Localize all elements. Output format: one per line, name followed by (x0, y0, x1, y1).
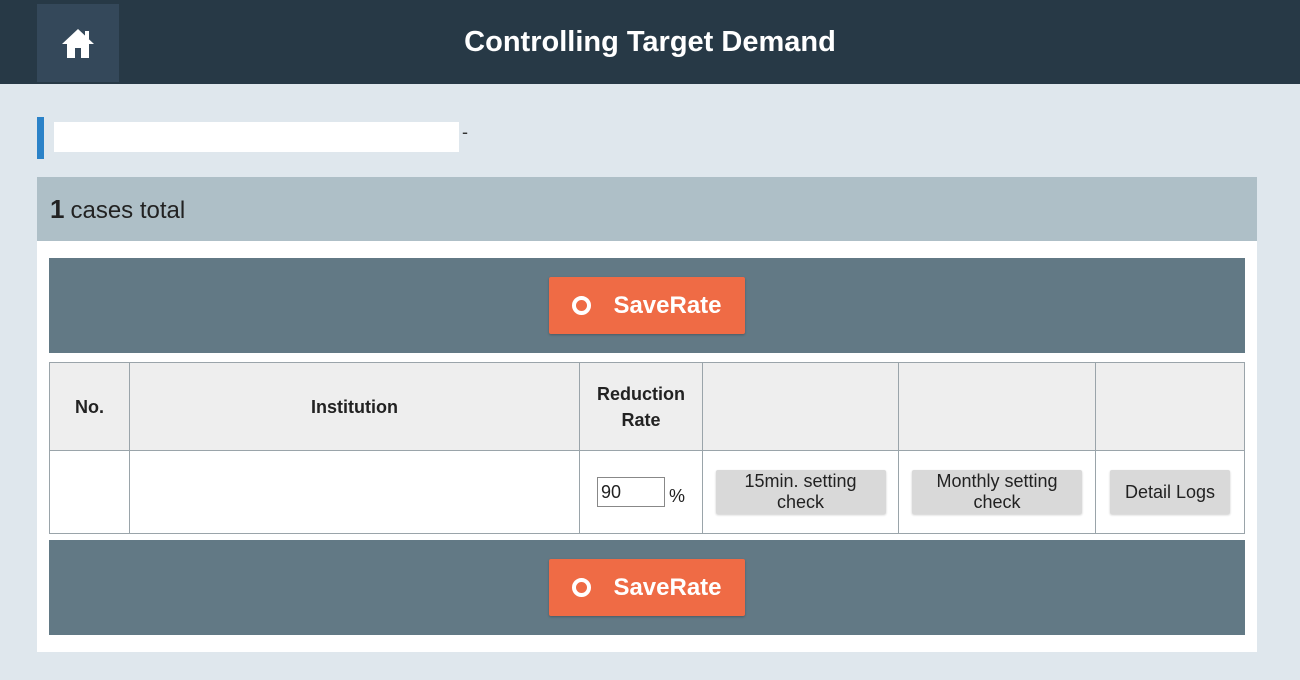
result-count-label: cases total (70, 196, 186, 224)
cell-institution (129, 450, 580, 534)
institution-table: No. Institution Reduction Rate % 15min. … (49, 362, 1245, 534)
result-count-bar: 1 cases total (37, 177, 1257, 241)
monthly-setting-check-button[interactable]: Monthly setting check (912, 470, 1082, 514)
header-detail-logs (1095, 362, 1245, 451)
save-rate-label: SaveRate (613, 573, 722, 601)
header-no: No. (49, 362, 130, 451)
result-count-number: 1 (50, 193, 65, 224)
reduction-rate-input[interactable] (596, 477, 665, 507)
rate-unit: % (668, 486, 685, 506)
top-action-band: SaveRate (49, 258, 1245, 353)
header-monthly-check (898, 362, 1096, 451)
bottom-action-band: SaveRate (49, 540, 1245, 635)
detail-logs-button[interactable]: Detail Logs (1110, 470, 1230, 514)
header-reduction-rate: Reduction Rate (579, 362, 703, 451)
home-button[interactable] (37, 4, 119, 82)
save-rate-button-top[interactable]: SaveRate (549, 277, 745, 334)
header-15min-check (702, 362, 899, 451)
cell-reduction-rate: % (579, 450, 703, 534)
table-row: % 15min. setting check Monthly setting c… (49, 450, 1245, 534)
cell-monthly-check: Monthly setting check (898, 450, 1096, 534)
15min-setting-check-button[interactable]: 15min. setting check (715, 470, 886, 514)
cell-no (49, 450, 130, 534)
section-accent-bar (37, 117, 44, 159)
save-rate-button-bottom[interactable]: SaveRate (549, 559, 745, 616)
circle-icon (572, 296, 592, 315)
top-bar (0, 0, 1300, 84)
circle-icon (572, 578, 592, 597)
cell-15min-check: 15min. setting check (702, 450, 899, 534)
header-institution: Institution (129, 362, 580, 451)
home-icon (62, 29, 94, 58)
save-rate-label: SaveRate (613, 291, 722, 319)
facility-name-field (54, 122, 459, 152)
result-count: 1 cases total (50, 194, 185, 225)
table-header-row: No. Institution Reduction Rate (49, 362, 1245, 451)
facility-name-suffix: - (462, 122, 468, 142)
cell-detail-logs: Detail Logs (1095, 450, 1245, 534)
